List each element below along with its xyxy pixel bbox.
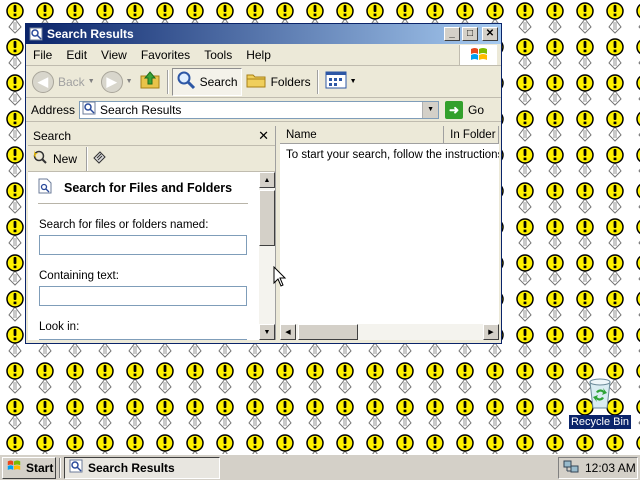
filename-label: Search for files or folders named: bbox=[39, 219, 209, 231]
address-label: Address bbox=[31, 102, 76, 117]
recycle-bin-icon bbox=[585, 376, 615, 413]
search-window-icon bbox=[29, 27, 43, 41]
scroll-right-icon[interactable]: ▶ bbox=[483, 324, 499, 340]
address-bar: Address Search Results ▼ ➜ Go bbox=[26, 98, 501, 122]
look-in-dropdown[interactable] bbox=[39, 339, 247, 340]
content-area: Search ✕ New Search for Files and Folder… bbox=[28, 126, 499, 340]
recycle-bin-label: Recycle Bin bbox=[568, 415, 632, 429]
new-search-button[interactable]: New bbox=[32, 149, 77, 168]
search-files-header: Search for Files and Folders bbox=[28, 172, 260, 203]
back-dropdown-icon[interactable]: ▼ bbox=[88, 78, 95, 85]
mouse-cursor-icon bbox=[273, 265, 287, 291]
folders-button[interactable]: Folders bbox=[242, 68, 314, 96]
taskbar: Start Search Results 12:03 AM bbox=[0, 454, 640, 480]
standard-toolbar: ◀ Back ▼ ▶ ▼ Search Folders ▼ bbox=[26, 66, 501, 98]
address-dropdown-icon[interactable]: ▼ bbox=[422, 101, 439, 118]
go-button[interactable]: ➜ Go bbox=[445, 100, 485, 119]
search-pane: Search ✕ New Search for Files and Folder… bbox=[28, 126, 276, 340]
search-pane-scrollbar[interactable]: ▲ ▼ bbox=[259, 172, 275, 340]
network-icon[interactable] bbox=[563, 460, 579, 477]
results-hscrollbar[interactable]: ◀ ▶ bbox=[280, 324, 499, 340]
search-files-title: Search for Files and Folders bbox=[64, 180, 233, 195]
hscroll-thumb[interactable] bbox=[298, 324, 358, 340]
search-options-icon bbox=[91, 149, 107, 168]
folders-label: Folders bbox=[270, 74, 311, 89]
views-dropdown-icon[interactable]: ▼ bbox=[350, 78, 357, 85]
folders-icon bbox=[245, 70, 267, 93]
back-label: Back bbox=[58, 74, 85, 89]
system-tray: 12:03 AM bbox=[558, 457, 638, 479]
column-headers: Name In Folder bbox=[280, 126, 499, 144]
toolbar-separator bbox=[316, 69, 319, 94]
new-search-icon bbox=[32, 149, 48, 168]
taskbar-search-icon bbox=[69, 459, 83, 476]
search-options-button[interactable] bbox=[91, 149, 107, 168]
toolbar-separator bbox=[166, 69, 169, 94]
containing-text-label: Containing text: bbox=[39, 270, 119, 282]
search-files-icon bbox=[38, 178, 52, 197]
taskbar-item-label: Search Results bbox=[88, 460, 175, 475]
forward-arrow-icon: ▶ bbox=[100, 70, 123, 93]
scroll-thumb[interactable] bbox=[259, 190, 275, 246]
results-pane: Name In Folder To start your search, fol… bbox=[280, 126, 499, 340]
menu-file[interactable]: File bbox=[26, 48, 59, 62]
menu-bar: File Edit View Favorites Tools Help bbox=[26, 44, 501, 66]
containing-text-input[interactable] bbox=[39, 286, 247, 306]
search-results-window: Search Results _ □ ✕ File Edit View Favo… bbox=[25, 23, 502, 344]
search-pane-header: Search ✕ bbox=[28, 126, 275, 146]
search-icon bbox=[176, 70, 196, 93]
search-pane-toolbar: New bbox=[28, 146, 275, 172]
scroll-down-icon[interactable]: ▼ bbox=[259, 324, 275, 340]
menu-tools[interactable]: Tools bbox=[197, 48, 239, 62]
forward-dropdown-icon[interactable]: ▼ bbox=[126, 78, 133, 85]
forward-button[interactable]: ▶ ▼ bbox=[98, 68, 136, 96]
title-bar[interactable]: Search Results _ □ ✕ bbox=[26, 24, 501, 44]
folder-up-icon bbox=[139, 69, 161, 94]
search-label: Search bbox=[199, 74, 238, 89]
minimize-button[interactable]: _ bbox=[444, 27, 460, 41]
windows-logo-icon bbox=[459, 45, 497, 65]
menu-edit[interactable]: Edit bbox=[59, 48, 94, 62]
go-arrow-icon: ➜ bbox=[445, 100, 464, 119]
new-search-label: New bbox=[53, 151, 78, 166]
scroll-left-icon[interactable]: ◀ bbox=[280, 324, 296, 340]
column-header-name[interactable]: Name bbox=[280, 126, 445, 144]
go-label: Go bbox=[468, 102, 485, 117]
window-title: Search Results bbox=[47, 27, 134, 41]
maximize-button[interactable]: □ bbox=[462, 27, 478, 41]
filename-input[interactable] bbox=[39, 235, 247, 255]
start-windows-icon bbox=[6, 459, 22, 476]
clock[interactable]: 12:03 AM bbox=[585, 461, 636, 475]
taskbar-search-results[interactable]: Search Results bbox=[64, 456, 220, 479]
address-field[interactable]: Search Results ▼ bbox=[79, 100, 440, 119]
taskbar-separator bbox=[59, 457, 61, 478]
start-label: Start bbox=[26, 460, 54, 475]
column-header-in-folder[interactable]: In Folder bbox=[444, 126, 499, 144]
views-button[interactable]: ▼ bbox=[322, 68, 360, 96]
back-arrow-icon: ◀ bbox=[32, 70, 54, 93]
address-value: Search Results bbox=[100, 102, 182, 117]
up-button[interactable] bbox=[136, 68, 164, 96]
close-pane-icon[interactable]: ✕ bbox=[258, 128, 269, 144]
search-pane-title: Search bbox=[33, 128, 72, 143]
menu-help[interactable]: Help bbox=[239, 48, 278, 62]
search-pane-body: Search for Files and Folders Search for … bbox=[28, 172, 260, 340]
search-button[interactable]: Search bbox=[171, 67, 242, 96]
menu-view[interactable]: View bbox=[94, 48, 134, 62]
start-button[interactable]: Start bbox=[2, 456, 56, 479]
menu-favorites[interactable]: Favorites bbox=[134, 48, 197, 62]
scroll-up-icon[interactable]: ▲ bbox=[259, 172, 275, 188]
results-message: To start your search, follow the instruc… bbox=[286, 149, 499, 161]
header-divider bbox=[38, 203, 248, 204]
recycle-bin[interactable]: Recycle Bin bbox=[568, 376, 632, 429]
back-button[interactable]: ◀ Back ▼ bbox=[29, 68, 98, 96]
look-in-label: Look in: bbox=[39, 321, 80, 333]
close-button[interactable]: ✕ bbox=[482, 27, 498, 41]
views-icon bbox=[325, 71, 347, 92]
search-results-icon bbox=[82, 101, 96, 118]
pane-toolbar-separator bbox=[86, 146, 89, 171]
